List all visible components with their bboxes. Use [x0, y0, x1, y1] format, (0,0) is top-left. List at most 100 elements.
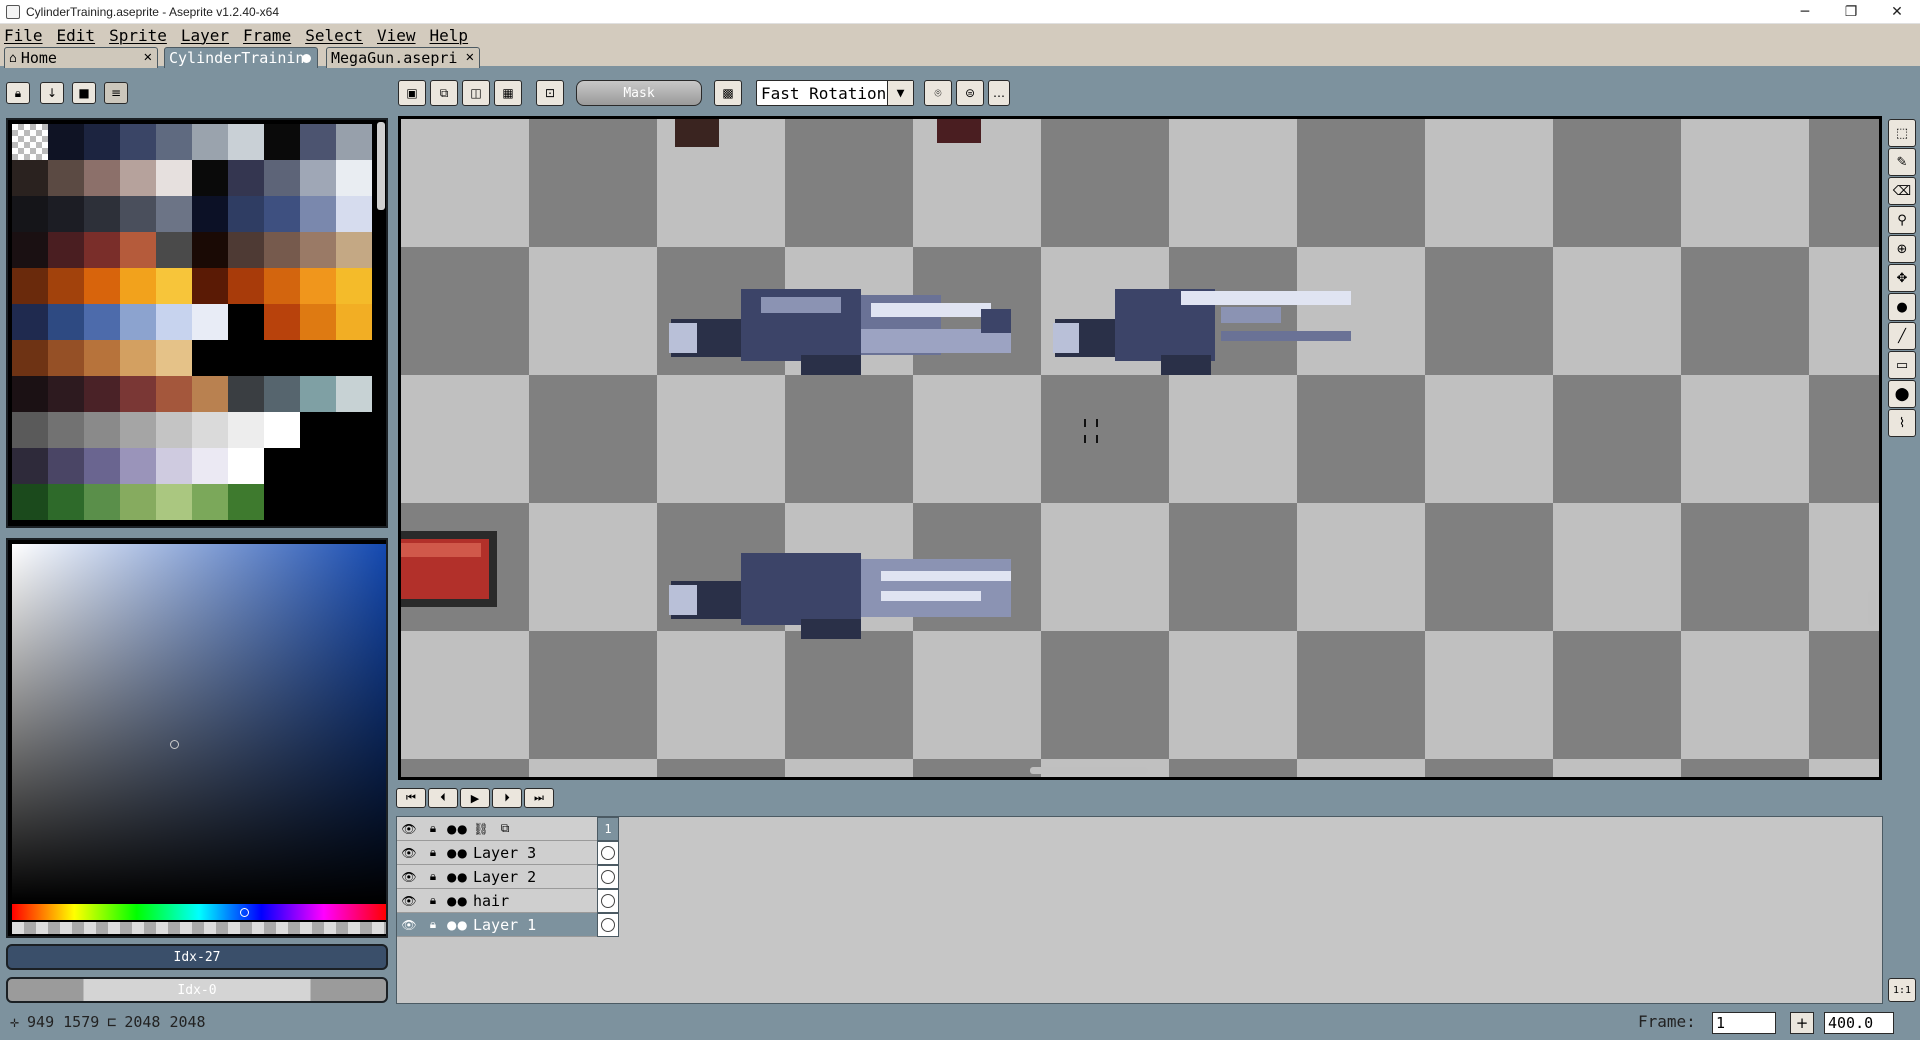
palette-swatch[interactable]: [192, 268, 228, 304]
palette-swatch[interactable]: [48, 196, 84, 232]
layer-row-selected[interactable]: 👁︎ 🔒︎ ●● Layer 1: [397, 912, 619, 937]
palette-swatch[interactable]: [228, 340, 264, 376]
palette-swatch[interactable]: [84, 232, 120, 268]
move-tool[interactable]: ✥: [1888, 264, 1916, 292]
palette-swatch[interactable]: [48, 268, 84, 304]
palette-swatch[interactable]: [264, 376, 300, 412]
palette-swatch[interactable]: [120, 160, 156, 196]
frame-input[interactable]: 1: [1712, 1012, 1776, 1034]
transparent-color-button[interactable]: ▩: [714, 80, 742, 106]
marquee-tool[interactable]: ⬚: [1888, 119, 1916, 147]
palette-swatch[interactable]: [120, 412, 156, 448]
palette-swatch[interactable]: [192, 412, 228, 448]
palette-swatch[interactable]: [156, 484, 192, 520]
palette-swatch[interactable]: [300, 124, 336, 160]
layer-row[interactable]: 👁︎ 🔒︎ ●● Layer 3: [397, 840, 619, 865]
continuous-icon[interactable]: ●●: [445, 889, 469, 913]
palette-swatch[interactable]: [156, 196, 192, 232]
palette-swatch[interactable]: [12, 232, 48, 268]
palette-swatch[interactable]: [84, 268, 120, 304]
palette-swatch[interactable]: [264, 232, 300, 268]
menu-edit[interactable]: Edit: [57, 26, 96, 45]
palette-swatch[interactable]: [228, 412, 264, 448]
palette-swatch[interactable]: [300, 484, 336, 520]
zoom-reset-button[interactable]: 1:1: [1888, 978, 1916, 1002]
eye-icon[interactable]: 👁︎: [397, 889, 421, 913]
eye-icon[interactable]: 👁︎: [397, 841, 421, 865]
palette-swatch[interactable]: [84, 160, 120, 196]
palette-swatch[interactable]: [84, 412, 120, 448]
palette-swatch[interactable]: [300, 160, 336, 196]
menu-help[interactable]: Help: [430, 26, 469, 45]
layer-name[interactable]: hair: [473, 890, 595, 912]
palette-swatch[interactable]: [48, 232, 84, 268]
palette-swatch[interactable]: [264, 304, 300, 340]
minimize-button[interactable]: ─: [1782, 0, 1828, 24]
layer-name[interactable]: Layer 3: [473, 842, 595, 864]
palette-swatch[interactable]: [228, 484, 264, 520]
palette-swatch[interactable]: [300, 448, 336, 484]
hue-cursor[interactable]: [240, 908, 249, 917]
palette-swatch[interactable]: [228, 196, 264, 232]
cel[interactable]: [597, 888, 619, 913]
cel[interactable]: [597, 864, 619, 889]
vertical-scrollbar[interactable]: [1868, 590, 1876, 626]
palette-swatch[interactable]: [192, 196, 228, 232]
eye-icon[interactable]: 👁︎: [397, 865, 421, 889]
padlock-icon[interactable]: 🔒︎: [421, 889, 445, 913]
brush-tool[interactable]: ⌇: [1888, 409, 1916, 437]
frame-header[interactable]: 1: [597, 817, 619, 841]
palette-swatch[interactable]: [300, 232, 336, 268]
padlock-icon[interactable]: 🔒︎: [421, 913, 445, 937]
continuous-icon[interactable]: ●●: [445, 817, 469, 841]
palette-swatch[interactable]: [156, 232, 192, 268]
next-frame-button[interactable]: ⏵: [492, 788, 522, 808]
palette-swatch[interactable]: [120, 304, 156, 340]
pivot-button[interactable]: ⌾: [924, 80, 952, 106]
palette-swatch[interactable]: [12, 304, 48, 340]
palette-swatch[interactable]: [228, 232, 264, 268]
pixel-perfect-button[interactable]: ⊡: [536, 80, 564, 106]
palette-swatch[interactable]: [48, 412, 84, 448]
eye-icon[interactable]: 👁︎: [397, 817, 421, 841]
palette-swatch[interactable]: [156, 268, 192, 304]
palette-scrollbar[interactable]: [377, 122, 385, 210]
palette-swatch[interactable]: [192, 232, 228, 268]
background-color-button[interactable]: Idx-0: [6, 977, 388, 1003]
palette-swatch[interactable]: [264, 448, 300, 484]
eyedropper-tool[interactable]: ⚲: [1888, 206, 1916, 234]
palette-swatch[interactable]: [120, 124, 156, 160]
foreground-color-button[interactable]: Idx-27: [6, 944, 388, 970]
palette-swatch[interactable]: [336, 304, 372, 340]
pencil-tool[interactable]: ✎: [1888, 148, 1916, 176]
palette-swatch[interactable]: [336, 196, 372, 232]
palette-swatch[interactable]: [336, 268, 372, 304]
palette-swatch[interactable]: [120, 340, 156, 376]
palette-swatch[interactable]: [264, 340, 300, 376]
palette-swatch[interactable]: [336, 376, 372, 412]
palette-swatch[interactable]: [264, 196, 300, 232]
menu-sprite[interactable]: Sprite: [109, 26, 167, 45]
palette-swatch[interactable]: [192, 340, 228, 376]
palette-swatch[interactable]: [300, 412, 336, 448]
palette-swatch[interactable]: [336, 484, 372, 520]
palette-swatch[interactable]: [12, 376, 48, 412]
palette-swatch[interactable]: [336, 160, 372, 196]
palette-swatch[interactable]: [12, 160, 48, 196]
rotation-algorithm-select[interactable]: Fast Rotation ▼: [756, 80, 914, 106]
palette-swatch[interactable]: [84, 196, 120, 232]
saturation-value-square[interactable]: [12, 544, 386, 902]
rectangle-tool[interactable]: ▭: [1888, 351, 1916, 379]
palette-swatch[interactable]: [84, 124, 120, 160]
menu-view[interactable]: View: [377, 26, 416, 45]
palette-swatch[interactable]: [12, 412, 48, 448]
palette-swatch[interactable]: [264, 484, 300, 520]
palette-swatch[interactable]: [264, 160, 300, 196]
hue-slider[interactable]: [12, 904, 386, 920]
tab-home[interactable]: ⌂ Home ✕: [4, 47, 158, 68]
palette-swatch[interactable]: [228, 304, 264, 340]
continuous-icon[interactable]: ●●: [445, 913, 469, 937]
selection-subtract-button[interactable]: ◫: [462, 80, 490, 106]
palette-swatch[interactable]: [228, 376, 264, 412]
tab-megagun-close-icon[interactable]: ✕: [466, 49, 474, 65]
